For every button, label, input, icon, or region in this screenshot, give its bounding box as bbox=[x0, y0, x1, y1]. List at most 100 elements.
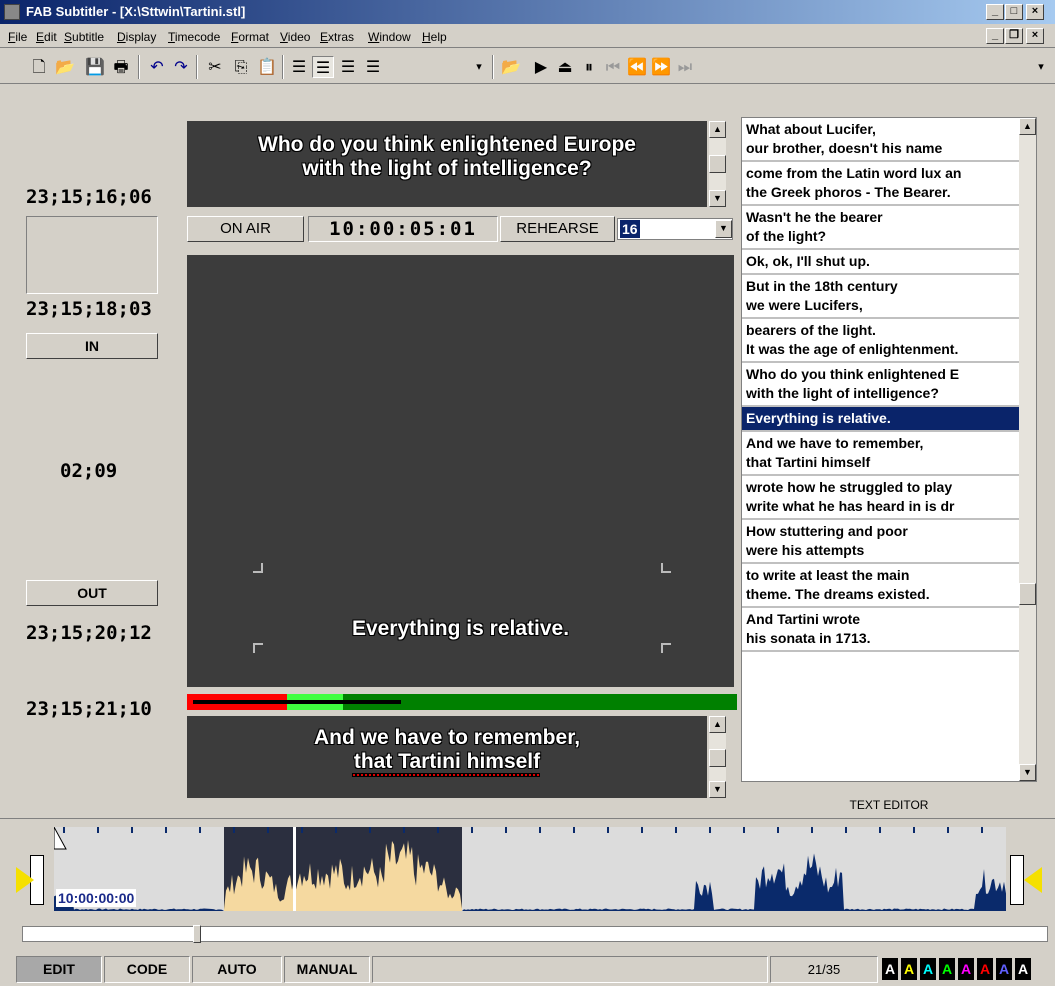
mdi-close-button[interactable]: × bbox=[1026, 28, 1044, 44]
subtitle-list-item[interactable]: bearers of the light. It was the age of e… bbox=[742, 319, 1020, 363]
subtitle-list-item[interactable]: And Tartini wrote his sonata in 1713. bbox=[742, 608, 1020, 652]
close-button[interactable]: × bbox=[1026, 4, 1044, 20]
print-icon[interactable]: 🖶 bbox=[110, 56, 132, 78]
auto-mode-button[interactable]: AUTO bbox=[192, 956, 282, 983]
font-color-swatch[interactable]: A bbox=[882, 958, 898, 980]
subtitle-list-item[interactable]: But in the 18th century we were Lucifers, bbox=[742, 275, 1020, 319]
justify-icon[interactable]: ☰ bbox=[362, 56, 384, 78]
font-color-swatch[interactable]: A bbox=[977, 958, 993, 980]
scroll-up-icon[interactable]: ▲ bbox=[709, 121, 726, 138]
subtitle-list-item[interactable]: to write at least the main theme. The dre… bbox=[742, 564, 1020, 608]
paste-icon[interactable]: 📋 bbox=[256, 56, 278, 78]
mdi-restore-button[interactable]: ❐ bbox=[1005, 28, 1023, 44]
out-button[interactable]: OUT bbox=[26, 580, 158, 606]
subtitle-line2: his sonata in 1713. bbox=[746, 630, 871, 646]
skip-start-icon[interactable]: ⏮ bbox=[602, 56, 624, 78]
subtitle-list-item[interactable]: Who do you think enlightened E with the l… bbox=[742, 363, 1020, 407]
timeline-scroll-thumb[interactable] bbox=[193, 925, 201, 943]
subtitle-line2: were his attempts bbox=[746, 542, 865, 558]
undo-icon[interactable]: ↶ bbox=[146, 56, 168, 78]
new-icon[interactable]: 🗋 bbox=[28, 56, 50, 78]
fast-forward-icon[interactable]: ⏩ bbox=[650, 56, 672, 78]
video-preview[interactable]: Everything is relative. bbox=[187, 255, 734, 687]
subtitle-list-item[interactable]: Ok, ok, I'll shut up. bbox=[742, 250, 1020, 275]
redo-icon[interactable]: ↷ bbox=[170, 56, 192, 78]
timeline-scrollbar[interactable] bbox=[22, 925, 1048, 943]
menu-timecode[interactable]: Timecode bbox=[168, 30, 220, 44]
subtitle-list[interactable]: What about Lucifer, our brother, doesn't … bbox=[741, 117, 1037, 782]
pause-icon[interactable]: ⏸ bbox=[578, 56, 600, 78]
scroll-down-icon[interactable]: ▼ bbox=[709, 781, 726, 798]
in-button[interactable]: IN bbox=[26, 333, 158, 359]
skip-end-icon[interactable]: ⏭ bbox=[674, 56, 696, 78]
menu-video[interactable]: Video bbox=[280, 30, 310, 44]
waveform-cursor bbox=[293, 827, 296, 911]
font-color-swatch[interactable]: A bbox=[920, 958, 936, 980]
manual-mode-button[interactable]: MANUAL bbox=[284, 956, 370, 983]
rewind-icon[interactable]: ⏪ bbox=[626, 56, 648, 78]
subtitle-list-item[interactable]: What about Lucifer, our brother, doesn't … bbox=[742, 118, 1020, 162]
rehearse-button[interactable]: REHEARSE bbox=[500, 216, 615, 242]
menu-extras[interactable]: Extras bbox=[320, 30, 354, 44]
align-left-icon[interactable]: ☰ bbox=[288, 56, 310, 78]
font-color-swatch[interactable]: A bbox=[1015, 958, 1031, 980]
subtitle-line1: How stuttering and poor bbox=[746, 523, 908, 539]
edit-mode-button[interactable]: EDIT bbox=[16, 956, 102, 983]
subtitle-list-item[interactable]: Wasn't he the bearer of the light? bbox=[742, 206, 1020, 250]
on-air-button[interactable]: ON AIR bbox=[187, 216, 304, 242]
menu-subtitle[interactable]: Subtitle bbox=[64, 30, 104, 44]
menu-window[interactable]: Window bbox=[368, 30, 411, 44]
subtitle-list-item[interactable]: And we have to remember, that Tartini him… bbox=[742, 432, 1020, 476]
scroll-thumb[interactable] bbox=[709, 155, 726, 173]
align-right-icon[interactable]: ☰ bbox=[337, 56, 359, 78]
film-right-icon[interactable] bbox=[1010, 855, 1044, 905]
font-color-swatch[interactable]: A bbox=[996, 958, 1012, 980]
menu-help[interactable]: Help bbox=[422, 30, 447, 44]
scroll-thumb[interactable] bbox=[709, 749, 726, 767]
play-icon[interactable]: ▶ bbox=[530, 56, 552, 78]
scroll-up-icon[interactable]: ▲ bbox=[709, 716, 726, 733]
toolbar-overflow-icon[interactable]: ▾ bbox=[1030, 56, 1052, 78]
subtitle-list-item[interactable]: Everything is relative. bbox=[742, 407, 1020, 432]
subtitle-list-item[interactable]: come from the Latin word lux an the Greek… bbox=[742, 162, 1020, 206]
subtitle-list-scrollbar[interactable]: ▲ ▼ bbox=[1019, 118, 1036, 781]
mdi-minimize-button[interactable]: _ bbox=[986, 28, 1004, 44]
font-color-swatch[interactable]: A bbox=[939, 958, 955, 980]
minimize-button[interactable]: _ bbox=[986, 4, 1004, 20]
subtitle-list-item[interactable]: How stuttering and poor were his attempts bbox=[742, 520, 1020, 564]
open-icon[interactable]: 📂 bbox=[54, 56, 76, 78]
copy-icon[interactable]: ⎘ bbox=[230, 56, 252, 78]
subtitle-number-select[interactable]: 16 ▼ bbox=[617, 218, 733, 240]
waveform-display[interactable] bbox=[54, 827, 1006, 911]
film-left-icon[interactable] bbox=[16, 855, 46, 905]
out-timecode: 23;15;20;12 bbox=[26, 622, 152, 644]
video-open-icon[interactable]: 📂 bbox=[500, 56, 522, 78]
scroll-thumb[interactable] bbox=[1019, 583, 1036, 605]
menu-bar: File Edit Subtitle Display Timecode Form… bbox=[0, 26, 1055, 48]
cut-icon[interactable]: ✂ bbox=[204, 56, 226, 78]
menu-edit[interactable]: Edit bbox=[36, 30, 57, 44]
save-icon[interactable]: 💾 bbox=[84, 56, 106, 78]
previous-subtitle-scrollbar[interactable]: ▲ ▼ bbox=[709, 121, 726, 207]
dropdown-arrow-icon[interactable]: ▾ bbox=[468, 56, 490, 78]
text-editor-label[interactable]: TEXT EDITOR bbox=[741, 798, 1037, 812]
next-subtitle-line2: that Tartini himself bbox=[353, 750, 541, 773]
font-color-swatch[interactable]: A bbox=[958, 958, 974, 980]
maximize-button[interactable]: □ bbox=[1005, 4, 1023, 20]
next-subtitle-box[interactable]: And we have to remember, that Tartini hi… bbox=[187, 716, 707, 798]
menu-file[interactable]: File bbox=[8, 30, 27, 44]
align-center-icon[interactable]: ☰ bbox=[312, 56, 334, 78]
code-mode-button[interactable]: CODE bbox=[104, 956, 190, 983]
next-subtitle-scrollbar[interactable]: ▲ ▼ bbox=[709, 716, 726, 798]
next-subtitle-line1: And we have to remember, bbox=[313, 726, 581, 749]
subtitle-list-item[interactable]: wrote how he struggled to play write what… bbox=[742, 476, 1020, 520]
scroll-down-icon[interactable]: ▼ bbox=[709, 190, 726, 207]
scroll-up-icon[interactable]: ▲ bbox=[1019, 118, 1036, 135]
dropdown-arrow-icon[interactable]: ▼ bbox=[715, 220, 732, 238]
font-color-swatch[interactable]: A bbox=[901, 958, 917, 980]
menu-format[interactable]: Format bbox=[231, 30, 269, 44]
eject-icon[interactable]: ⏏ bbox=[554, 56, 576, 78]
menu-display[interactable]: Display bbox=[117, 30, 156, 44]
previous-subtitle-box[interactable]: Who do you think enlightened Europe with… bbox=[187, 121, 707, 207]
scroll-down-icon[interactable]: ▼ bbox=[1019, 764, 1036, 781]
